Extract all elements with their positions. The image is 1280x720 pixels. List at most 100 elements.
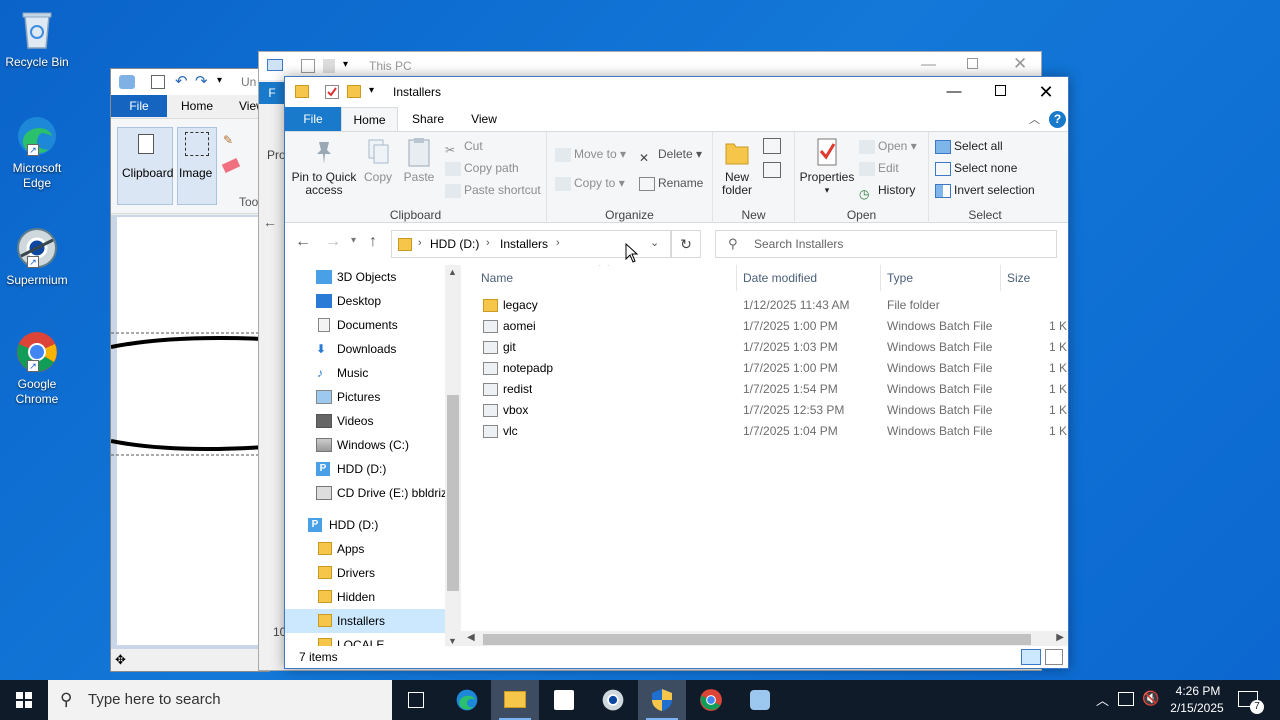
pencil-icon[interactable]: ✎ — [223, 133, 233, 147]
select-all-button[interactable]: Select all — [935, 136, 1003, 156]
scroll-right-icon[interactable]: ▶ — [1056, 632, 1064, 643]
file-row-git[interactable]: git 1/7/2025 1:03 PM Windows Batch File … — [461, 337, 1068, 358]
properties-qat-icon[interactable] — [325, 85, 339, 99]
task-view-button[interactable] — [392, 680, 440, 720]
back-icon[interactable]: ← — [295, 233, 311, 251]
hscroll-thumb[interactable] — [483, 634, 1031, 645]
eraser-icon[interactable] — [221, 158, 241, 173]
paint-clipboard-button[interactable]: Clipboard — [117, 127, 173, 205]
new-folder-button[interactable]: New folder — [715, 136, 759, 197]
nav-item-videos[interactable]: Videos — [285, 409, 445, 433]
desktop-icon-recycle-bin[interactable]: Recycle Bin — [2, 8, 72, 70]
clock-date[interactable]: 2/15/2025 — [1166, 701, 1228, 715]
taskbar-supermium[interactable] — [589, 680, 637, 720]
search-input[interactable]: ⚲ Search Installers — [715, 230, 1057, 258]
nav-scroll-thumb[interactable] — [447, 395, 459, 591]
details-view-icon[interactable] — [1021, 649, 1041, 665]
taskbar-store[interactable] — [540, 680, 588, 720]
copy-path-button[interactable]: Copy path — [445, 158, 519, 178]
clock-time[interactable]: 4:26 PM — [1172, 684, 1224, 698]
nav-item-pictures[interactable]: Pictures — [285, 385, 445, 409]
file-row-notepadp[interactable]: notepadp 1/7/2025 1:00 PM Windows Batch … — [461, 358, 1068, 379]
copy-to-button[interactable]: Copy to ▾ — [555, 173, 625, 193]
taskbar-chrome[interactable] — [687, 680, 735, 720]
paint-image-button[interactable]: Image — [177, 127, 217, 205]
taskbar-security[interactable] — [638, 680, 686, 720]
this-pc-tab-file[interactable]: F — [259, 82, 285, 104]
nav-item-desktop[interactable]: Desktop — [285, 289, 445, 313]
properties-qat-icon[interactable] — [301, 59, 315, 73]
qat-dropdown-icon[interactable]: ▾ — [369, 85, 374, 96]
file-row-vbox[interactable]: vbox 1/7/2025 12:53 PM Windows Batch Fil… — [461, 400, 1068, 421]
desktop-icon-edge[interactable]: ↗ Microsoft Edge — [2, 114, 72, 191]
nav-item-music[interactable]: ♪ Music — [285, 361, 445, 385]
paste-shortcut-button[interactable]: Paste shortcut — [445, 180, 541, 200]
tab-home[interactable]: Home — [341, 107, 398, 131]
paste-button[interactable]: Paste — [399, 136, 439, 184]
new-item-icon[interactable] — [763, 138, 781, 154]
maximize-icon[interactable] — [967, 58, 978, 69]
desktop-icon-chrome[interactable]: ↗ Google Chrome — [2, 330, 72, 407]
invert-selection-button[interactable]: Invert selection — [935, 180, 1035, 200]
volume-muted-icon[interactable]: 🔇 — [1142, 690, 1159, 707]
select-none-button[interactable]: Select none — [935, 158, 1017, 178]
file-row-aomei[interactable]: aomei 1/7/2025 1:00 PM Windows Batch Fil… — [461, 316, 1068, 337]
taskbar-file-explorer[interactable] — [491, 680, 539, 720]
save-icon[interactable] — [151, 75, 165, 89]
address-dropdown-icon[interactable]: ⌄ — [650, 236, 659, 249]
recent-locations-icon[interactable]: ▾ — [351, 235, 356, 246]
move-to-button[interactable]: Move to ▾ — [555, 144, 626, 164]
large-icons-view-icon[interactable] — [1045, 649, 1063, 665]
nav-item-drivers[interactable]: Drivers — [285, 561, 445, 585]
paint-titlebar[interactable]: ↶ ↷ ▾ Un — [111, 69, 269, 95]
column-header-type[interactable]: Type — [881, 265, 1001, 291]
taskbar-edge[interactable] — [443, 680, 491, 720]
rename-button[interactable]: Rename — [639, 173, 703, 193]
delete-button[interactable]: ✕ Delete ▾ — [639, 144, 702, 165]
collapse-ribbon-icon[interactable]: ︿ — [1029, 111, 1040, 127]
close-button[interactable]: ✕ — [1023, 77, 1069, 107]
taskbar-search[interactable]: ⚲ Type here to search — [48, 680, 392, 720]
nav-item-3d-objects[interactable]: 3D Objects — [285, 265, 445, 289]
paint-canvas[interactable] — [111, 217, 269, 645]
qat-dropdown-icon[interactable]: ▾ — [217, 75, 222, 86]
start-button[interactable] — [0, 680, 48, 720]
tab-share[interactable]: Share — [398, 107, 458, 131]
tab-file[interactable]: File — [285, 107, 341, 131]
nav-item-hdd-d-root[interactable]: P HDD (D:) — [285, 513, 445, 537]
refresh-icon[interactable]: ↻ — [671, 230, 701, 258]
file-row-legacy[interactable]: legacy 1/12/2025 11:43 AM File folder — [461, 295, 1068, 316]
scroll-left-icon[interactable]: ◀ — [467, 632, 475, 643]
nav-item-windows-c[interactable]: Windows (C:) — [285, 433, 445, 457]
column-header-size[interactable]: Size — [1001, 265, 1068, 291]
paint-tab-home[interactable]: Home — [181, 99, 213, 113]
file-row-redist[interactable]: redist 1/7/2025 1:54 PM Windows Batch Fi… — [461, 379, 1068, 400]
nav-item-cd-drive[interactable]: CD Drive (E:) bbldriz — [285, 481, 447, 505]
paint-window[interactable]: ↶ ↷ ▾ Un File Home View Clipboard Image … — [110, 68, 270, 672]
minimize-icon[interactable]: — — [921, 56, 936, 73]
nav-item-apps[interactable]: Apps — [285, 537, 445, 561]
explorer-window[interactable]: ▾ Installers — ✕ File Home Share View ︿ … — [284, 76, 1069, 669]
redo-icon[interactable]: ↷ — [195, 72, 208, 90]
forward-icon[interactable]: → — [325, 233, 341, 251]
taskbar-paint[interactable] — [736, 680, 784, 720]
explorer-titlebar[interactable]: ▾ Installers — ✕ — [285, 77, 1068, 107]
nav-item-documents[interactable]: Documents — [285, 313, 445, 337]
nav-item-installers[interactable]: Installers — [285, 609, 445, 633]
show-hidden-icons-icon[interactable]: ︿ — [1096, 690, 1109, 709]
copy-button[interactable]: Copy — [359, 136, 397, 184]
file-row-vlc[interactable]: vlc 1/7/2025 1:04 PM Windows Batch File … — [461, 421, 1068, 442]
paint-tab-file[interactable]: File — [111, 95, 167, 117]
easy-access-icon[interactable] — [763, 162, 781, 178]
minimize-button[interactable]: — — [931, 77, 977, 107]
open-button[interactable]: Open ▾ — [859, 136, 917, 156]
breadcrumb-hdd[interactable]: HDD (D:) — [430, 237, 479, 251]
breadcrumb-installers[interactable]: Installers — [500, 237, 548, 251]
new-folder-qat-icon[interactable] — [347, 85, 361, 98]
close-icon[interactable]: ✕ — [1013, 54, 1027, 74]
back-arrow-icon[interactable]: ← — [263, 214, 277, 230]
nav-item-hidden[interactable]: Hidden — [285, 585, 445, 609]
tab-view[interactable]: View — [458, 107, 510, 131]
network-icon[interactable] — [1118, 692, 1134, 706]
properties-button[interactable]: Properties ▾ — [799, 136, 855, 197]
